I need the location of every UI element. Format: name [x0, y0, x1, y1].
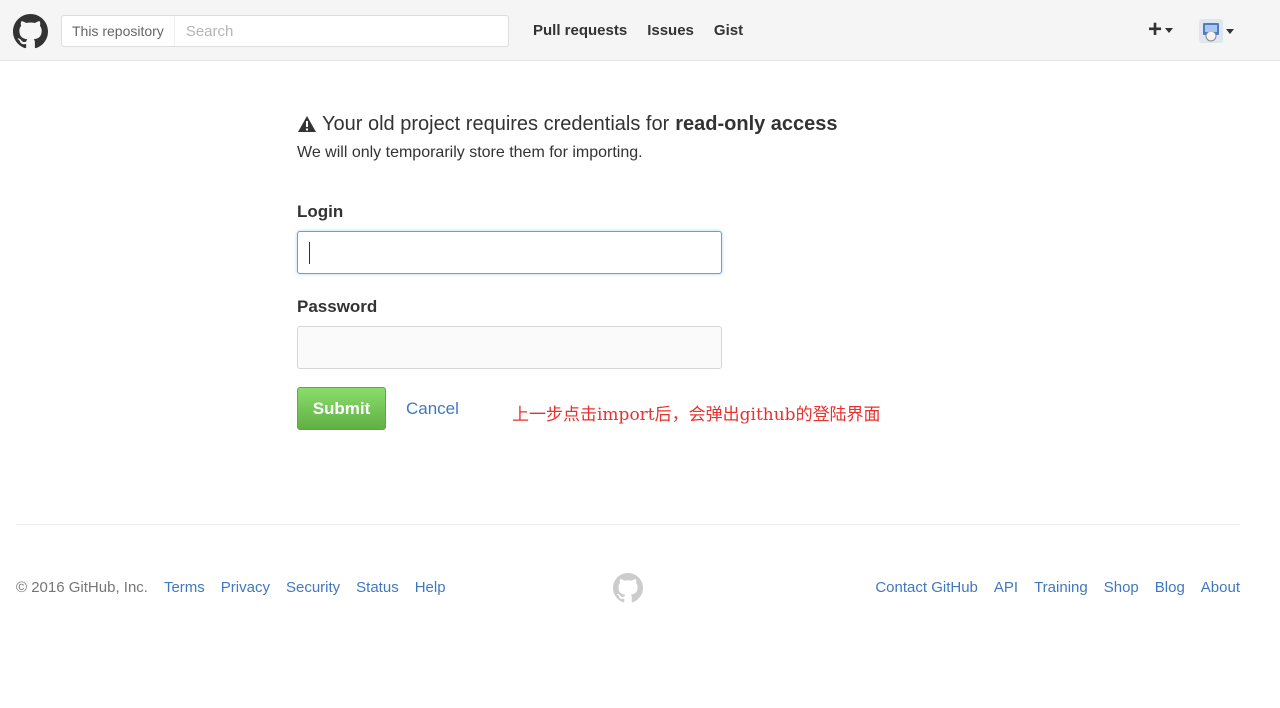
chevron-down-icon [1226, 28, 1234, 34]
header-nav: Pull requests Issues Gist [533, 22, 763, 39]
copyright: © 2016 GitHub, Inc. [16, 579, 148, 596]
nav-issues[interactable]: Issues [647, 22, 694, 39]
page-heading: Your old project requires credentials fo… [297, 110, 997, 138]
footer-link-blog[interactable]: Blog [1155, 579, 1185, 596]
footer-link-api[interactable]: API [994, 579, 1018, 596]
footer-right: Contact GitHub API Training Shop Blog Ab… [859, 579, 1240, 596]
password-field[interactable] [297, 326, 722, 369]
heading-text: Your old project requires credentials fo… [322, 112, 670, 135]
footer-link-privacy[interactable]: Privacy [221, 579, 270, 596]
alert-icon [298, 116, 316, 132]
submit-button[interactable]: Submit [297, 387, 386, 430]
login-field[interactable] [297, 231, 722, 274]
search-scope-label[interactable]: This repository [62, 16, 175, 46]
import-credentials-form: Your old project requires credentials fo… [297, 110, 997, 430]
password-label: Password [297, 297, 378, 316]
avatar [1199, 19, 1223, 43]
footer-link-about[interactable]: About [1201, 579, 1240, 596]
footer-link-training[interactable]: Training [1034, 579, 1088, 596]
footer-link-security[interactable]: Security [286, 579, 340, 596]
footer-link-terms[interactable]: Terms [164, 579, 205, 596]
github-footer-logo-icon[interactable] [613, 573, 643, 603]
footer-link-contact[interactable]: Contact GitHub [875, 579, 978, 596]
footer-divider [16, 524, 1240, 525]
plus-icon: + [1148, 16, 1163, 43]
page-subtitle: We will only temporarily store them for … [297, 144, 643, 161]
create-new-dropdown[interactable]: + [1148, 16, 1174, 43]
github-logo-icon[interactable] [13, 14, 48, 49]
site-header: This repository Pull requests Issues Gis… [0, 0, 1280, 61]
cancel-button[interactable]: Cancel [406, 399, 459, 419]
text-cursor [309, 242, 310, 264]
nav-gist[interactable]: Gist [714, 22, 743, 39]
login-label: Login [297, 202, 344, 221]
footer-link-shop[interactable]: Shop [1104, 579, 1139, 596]
footer-left: © 2016 GitHub, Inc. Terms Privacy Securi… [16, 579, 462, 596]
footer-link-help[interactable]: Help [415, 579, 446, 596]
heading-strong-text: read-only access [675, 112, 838, 135]
annotation-text: 上一步点击import后，会弹出github的登陆界面 [512, 405, 881, 425]
scoped-search: This repository [61, 15, 509, 47]
chevron-down-icon [1165, 27, 1174, 33]
search-input[interactable] [174, 17, 508, 45]
footer-link-status[interactable]: Status [356, 579, 399, 596]
user-menu-dropdown[interactable] [1199, 19, 1234, 43]
nav-pull-requests[interactable]: Pull requests [533, 22, 627, 39]
